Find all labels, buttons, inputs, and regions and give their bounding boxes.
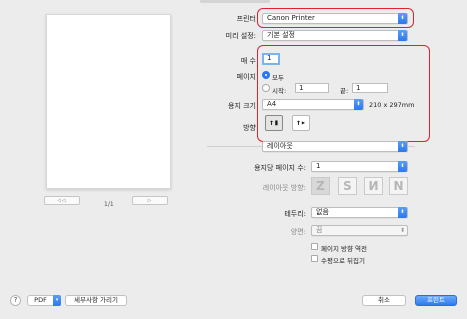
copies-label: 매 수 <box>240 57 256 65</box>
pdf-menu-chevron-icon[interactable]: ▾ <box>53 295 61 306</box>
page-counter: 1/1 <box>104 201 114 208</box>
chevron-updown-icon: ⬍ <box>398 207 407 218</box>
layout-direction-s[interactable]: S <box>338 177 357 195</box>
chevron-updown-icon: ⬍ <box>398 30 407 41</box>
pages-label: 페이지 <box>236 73 256 81</box>
pages-per-sheet-select[interactable]: 1 ⬍ <box>311 161 408 172</box>
print-preview-page <box>46 14 171 189</box>
next-page-icon: ▷ <box>147 197 153 204</box>
layout-direction-n[interactable]: N <box>389 177 408 195</box>
chevron-updown-icon: ⬍ <box>398 161 407 172</box>
presets-select[interactable]: 기본 설정 ⬍ <box>262 30 408 41</box>
two-sided-label: 양면: <box>290 228 306 236</box>
help-button[interactable]: ? <box>10 295 21 306</box>
flip-horizontal-label: 수평으로 뒤집기 <box>321 257 365 265</box>
border-select[interactable]: 없음 ⬍ <box>311 207 408 218</box>
layout-direction-z[interactable]: Z <box>311 177 330 195</box>
presets-label: 미리 설정: <box>225 32 256 40</box>
border-value: 없음 <box>316 208 329 216</box>
orientation-label: 방향 <box>243 124 256 132</box>
hide-details-label: 세부사항 가리기 <box>74 296 118 304</box>
two-sided-select[interactable]: 끔 ⬍ <box>311 225 408 236</box>
border-label: 테두리: <box>284 210 306 218</box>
chevron-updown-icon: ⬍ <box>398 141 407 152</box>
printer-label: 프린터 <box>236 15 256 23</box>
preview-pager: ◁◁ 1/1 ▷ <box>44 196 179 210</box>
settings-highlight <box>257 45 430 142</box>
flip-horizontal-checkbox[interactable] <box>311 255 318 262</box>
question-icon: ? <box>13 296 18 304</box>
chevron-updown-icon: ⬍ <box>399 227 405 234</box>
reverse-orientation-checkbox[interactable] <box>311 243 318 250</box>
presets-value: 기본 설정 <box>267 31 295 39</box>
reverse-orientation-label: 페이지 방향 역전 <box>321 245 367 253</box>
section-select[interactable]: 레이아웃 ⬍ <box>262 141 408 152</box>
section-value: 레이아웃 <box>267 142 293 150</box>
first-page-button[interactable]: ◁◁ <box>44 196 80 205</box>
cancel-button[interactable]: 취소 <box>362 295 406 306</box>
layout-direction-label: 레이아웃 방향: <box>262 184 306 192</box>
pages-per-sheet-label: 용지당 페이지 수: <box>254 164 306 172</box>
next-page-button[interactable]: ▷ <box>132 196 168 205</box>
paper-size-label: 용지 크기 <box>228 102 256 110</box>
two-sided-value: 끔 <box>316 226 323 234</box>
cancel-label: 취소 <box>378 296 390 304</box>
print-label: 프린트 <box>427 296 445 304</box>
first-page-icon: ◁◁ <box>57 197 67 204</box>
hide-details-button[interactable]: 세부사항 가리기 <box>65 295 127 306</box>
dialog-top-notch <box>200 0 270 3</box>
pages-per-sheet-value: 1 <box>316 162 321 170</box>
print-button[interactable]: 프린트 <box>415 295 457 306</box>
layout-direction-reverse-n[interactable]: И <box>364 177 383 195</box>
pdf-button[interactable]: PDF <box>27 295 54 306</box>
printer-highlight <box>257 8 414 28</box>
pdf-label: PDF <box>34 296 47 304</box>
